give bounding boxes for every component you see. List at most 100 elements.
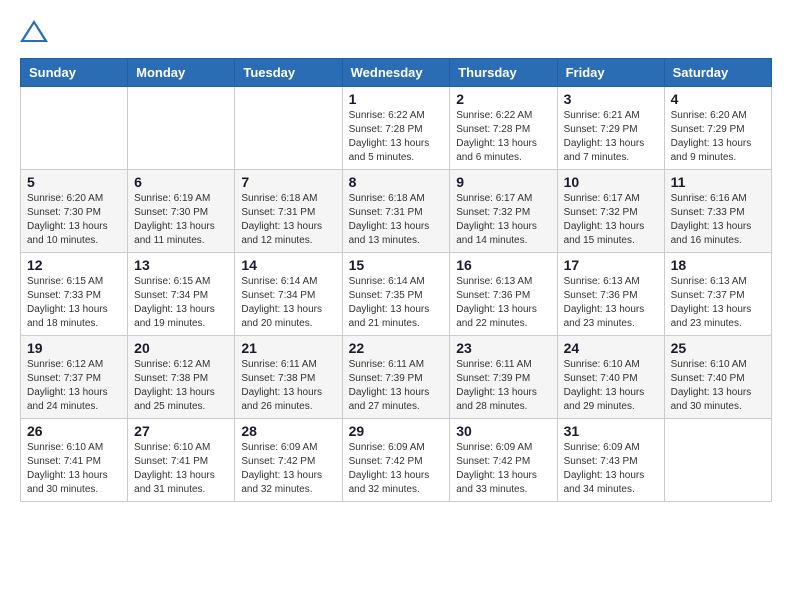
day-number: 29 bbox=[349, 423, 444, 439]
day-number: 10 bbox=[564, 174, 658, 190]
day-number: 23 bbox=[456, 340, 550, 356]
day-info: Sunrise: 6:11 AMSunset: 7:39 PMDaylight:… bbox=[456, 358, 550, 414]
day-info: Sunrise: 6:14 AMSunset: 7:34 PMDaylight:… bbox=[241, 275, 335, 331]
day-info: Sunrise: 6:10 AMSunset: 7:41 PMDaylight:… bbox=[134, 441, 228, 497]
calendar-header-row: SundayMondayTuesdayWednesdayThursdayFrid… bbox=[21, 59, 772, 87]
calendar-cell: 21Sunrise: 6:11 AMSunset: 7:38 PMDayligh… bbox=[235, 336, 342, 419]
calendar-cell: 27 Sunrise: 6:10 AMSunset: 7:41 PMDayligh… bbox=[128, 419, 235, 502]
calendar-cell: 28 Sunrise: 6:09 AMSunset: 7:42 PMDayligh… bbox=[235, 419, 342, 502]
calendar-week-5: 26 Sunrise: 6:10 AMSunset: 7:41 PMDayligh… bbox=[21, 419, 772, 502]
day-info: Sunrise: 6:12 AMSunset: 7:38 PMDaylight:… bbox=[134, 358, 228, 414]
day-info: Sunrise: 6:13 AMSunset: 7:36 PMDaylight:… bbox=[456, 275, 550, 331]
calendar-cell: 22 Sunrise: 6:11 AMSunset: 7:39 PMDayligh… bbox=[342, 336, 450, 419]
column-header-friday: Friday bbox=[557, 59, 664, 87]
calendar-cell: 6 Sunrise: 6:19 AMSunset: 7:30 PMDaylight… bbox=[128, 170, 235, 253]
calendar-cell: 1Sunrise: 6:22 AMSunset: 7:28 PMDaylight… bbox=[342, 87, 450, 170]
day-info: Sunrise: 6:17 AMSunset: 7:32 PMDaylight:… bbox=[564, 192, 658, 248]
column-header-saturday: Saturday bbox=[664, 59, 771, 87]
day-number: 25 bbox=[671, 340, 765, 356]
page-header bbox=[20, 20, 772, 42]
calendar-cell: 8Sunrise: 6:18 AMSunset: 7:31 PMDaylight… bbox=[342, 170, 450, 253]
day-number: 19 bbox=[27, 340, 121, 356]
column-header-tuesday: Tuesday bbox=[235, 59, 342, 87]
day-number: 27 bbox=[134, 423, 228, 439]
column-header-thursday: Thursday bbox=[450, 59, 557, 87]
calendar-cell: 24 Sunrise: 6:10 AMSunset: 7:40 PMDayligh… bbox=[557, 336, 664, 419]
calendar-cell: 7Sunrise: 6:18 AMSunset: 7:31 PMDaylight… bbox=[235, 170, 342, 253]
calendar-cell bbox=[21, 87, 128, 170]
day-number: 9 bbox=[456, 174, 550, 190]
calendar-cell: 15 Sunrise: 6:14 AMSunset: 7:35 PMDayligh… bbox=[342, 253, 450, 336]
day-info: Sunrise: 6:10 AMSunset: 7:40 PMDaylight:… bbox=[564, 358, 658, 414]
day-info: Sunrise: 6:09 AMSunset: 7:42 PMDaylight:… bbox=[241, 441, 335, 497]
day-info: Sunrise: 6:15 AMSunset: 7:33 PMDaylight:… bbox=[27, 275, 121, 331]
day-info: Sunrise: 6:15 AMSunset: 7:34 PMDaylight:… bbox=[134, 275, 228, 331]
day-info: Sunrise: 6:10 AMSunset: 7:41 PMDaylight:… bbox=[27, 441, 121, 497]
calendar-cell: 18 Sunrise: 6:13 AMSunset: 7:37 PMDayligh… bbox=[664, 253, 771, 336]
calendar-cell: 4Sunrise: 6:20 AMSunset: 7:29 PMDaylight… bbox=[664, 87, 771, 170]
day-number: 6 bbox=[134, 174, 228, 190]
calendar-table: SundayMondayTuesdayWednesdayThursdayFrid… bbox=[20, 58, 772, 502]
day-info: Sunrise: 6:21 AMSunset: 7:29 PMDaylight:… bbox=[564, 109, 658, 165]
day-number: 31 bbox=[564, 423, 658, 439]
calendar-cell: 20 Sunrise: 6:12 AMSunset: 7:38 PMDayligh… bbox=[128, 336, 235, 419]
calendar-cell: 29 Sunrise: 6:09 AMSunset: 7:42 PMDayligh… bbox=[342, 419, 450, 502]
calendar-cell: 31 Sunrise: 6:09 AMSunset: 7:43 PMDayligh… bbox=[557, 419, 664, 502]
day-info: Sunrise: 6:17 AMSunset: 7:32 PMDaylight:… bbox=[456, 192, 550, 248]
calendar-cell: 3 Sunrise: 6:21 AMSunset: 7:29 PMDaylight… bbox=[557, 87, 664, 170]
day-info: Sunrise: 6:13 AMSunset: 7:36 PMDaylight:… bbox=[564, 275, 658, 331]
calendar-week-2: 5 Sunrise: 6:20 AMSunset: 7:30 PMDaylight… bbox=[21, 170, 772, 253]
calendar-week-1: 1Sunrise: 6:22 AMSunset: 7:28 PMDaylight… bbox=[21, 87, 772, 170]
calendar-cell: 17 Sunrise: 6:13 AMSunset: 7:36 PMDayligh… bbox=[557, 253, 664, 336]
day-number: 5 bbox=[27, 174, 121, 190]
day-number: 20 bbox=[134, 340, 228, 356]
day-number: 26 bbox=[27, 423, 121, 439]
calendar-cell: 19Sunrise: 6:12 AMSunset: 7:37 PMDayligh… bbox=[21, 336, 128, 419]
calendar-cell: 2 Sunrise: 6:22 AMSunset: 7:28 PMDaylight… bbox=[450, 87, 557, 170]
calendar-cell: 13 Sunrise: 6:15 AMSunset: 7:34 PMDayligh… bbox=[128, 253, 235, 336]
day-number: 17 bbox=[564, 257, 658, 273]
day-info: Sunrise: 6:11 AMSunset: 7:39 PMDaylight:… bbox=[349, 358, 444, 414]
day-number: 18 bbox=[671, 257, 765, 273]
calendar-cell: 9 Sunrise: 6:17 AMSunset: 7:32 PMDaylight… bbox=[450, 170, 557, 253]
calendar-cell: 30Sunrise: 6:09 AMSunset: 7:42 PMDayligh… bbox=[450, 419, 557, 502]
day-info: Sunrise: 6:16 AMSunset: 7:33 PMDaylight:… bbox=[671, 192, 765, 248]
calendar-week-3: 12Sunrise: 6:15 AMSunset: 7:33 PMDayligh… bbox=[21, 253, 772, 336]
calendar-cell: 25 Sunrise: 6:10 AMSunset: 7:40 PMDayligh… bbox=[664, 336, 771, 419]
day-info: Sunrise: 6:09 AMSunset: 7:42 PMDaylight:… bbox=[349, 441, 444, 497]
calendar-cell: 16 Sunrise: 6:13 AMSunset: 7:36 PMDayligh… bbox=[450, 253, 557, 336]
calendar-cell: 12Sunrise: 6:15 AMSunset: 7:33 PMDayligh… bbox=[21, 253, 128, 336]
calendar-week-4: 19Sunrise: 6:12 AMSunset: 7:37 PMDayligh… bbox=[21, 336, 772, 419]
day-number: 3 bbox=[564, 91, 658, 107]
day-number: 16 bbox=[456, 257, 550, 273]
day-info: Sunrise: 6:13 AMSunset: 7:37 PMDaylight:… bbox=[671, 275, 765, 331]
day-number: 11 bbox=[671, 174, 765, 190]
day-number: 2 bbox=[456, 91, 550, 107]
column-header-monday: Monday bbox=[128, 59, 235, 87]
day-number: 15 bbox=[349, 257, 444, 273]
day-number: 14 bbox=[241, 257, 335, 273]
day-info: Sunrise: 6:11 AMSunset: 7:38 PMDaylight:… bbox=[241, 358, 335, 414]
day-info: Sunrise: 6:20 AMSunset: 7:29 PMDaylight:… bbox=[671, 109, 765, 165]
logo bbox=[20, 20, 52, 42]
day-info: Sunrise: 6:20 AMSunset: 7:30 PMDaylight:… bbox=[27, 192, 121, 248]
calendar-cell: 11 Sunrise: 6:16 AMSunset: 7:33 PMDayligh… bbox=[664, 170, 771, 253]
day-info: Sunrise: 6:09 AMSunset: 7:42 PMDaylight:… bbox=[456, 441, 550, 497]
day-number: 22 bbox=[349, 340, 444, 356]
day-info: Sunrise: 6:18 AMSunset: 7:31 PMDaylight:… bbox=[349, 192, 444, 248]
day-info: Sunrise: 6:14 AMSunset: 7:35 PMDaylight:… bbox=[349, 275, 444, 331]
calendar-cell bbox=[235, 87, 342, 170]
day-number: 28 bbox=[241, 423, 335, 439]
day-number: 13 bbox=[134, 257, 228, 273]
calendar-cell: 26 Sunrise: 6:10 AMSunset: 7:41 PMDayligh… bbox=[21, 419, 128, 502]
day-info: Sunrise: 6:22 AMSunset: 7:28 PMDaylight:… bbox=[456, 109, 550, 165]
calendar-cell: 10 Sunrise: 6:17 AMSunset: 7:32 PMDayligh… bbox=[557, 170, 664, 253]
day-number: 7 bbox=[241, 174, 335, 190]
column-header-sunday: Sunday bbox=[21, 59, 128, 87]
day-info: Sunrise: 6:19 AMSunset: 7:30 PMDaylight:… bbox=[134, 192, 228, 248]
calendar-cell bbox=[664, 419, 771, 502]
day-number: 24 bbox=[564, 340, 658, 356]
day-info: Sunrise: 6:10 AMSunset: 7:40 PMDaylight:… bbox=[671, 358, 765, 414]
calendar-cell: 23 Sunrise: 6:11 AMSunset: 7:39 PMDayligh… bbox=[450, 336, 557, 419]
day-info: Sunrise: 6:09 AMSunset: 7:43 PMDaylight:… bbox=[564, 441, 658, 497]
